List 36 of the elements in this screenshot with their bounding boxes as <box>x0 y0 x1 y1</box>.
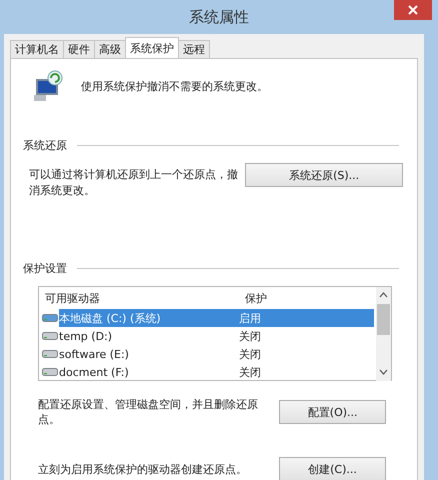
restore-description: 可以通过将计算机还原到上一个还原点，撤消系统更改。 <box>29 167 239 199</box>
column-header[interactable]: 保护 <box>243 290 376 306</box>
column-header[interactable]: 可用驱动器 <box>39 290 243 306</box>
tab[interactable]: 系统保护 <box>125 37 179 58</box>
scrollbar[interactable] <box>376 287 391 381</box>
tab[interactable]: 高级 <box>94 40 126 58</box>
protection-status: 关闭 <box>238 328 262 344</box>
drive-name: temp (D:) <box>59 330 114 342</box>
create-button[interactable]: 创建(C)... <box>279 457 386 480</box>
close-icon <box>408 5 418 15</box>
drive-row[interactable]: temp (D:) 关闭 <box>59 327 374 345</box>
window-title: 系统属性 <box>189 8 249 26</box>
drive-row[interactable]: 本地磁盘 (C:) (系统) 启用 <box>59 309 374 327</box>
tab[interactable]: 硬件 <box>63 40 95 58</box>
configure-description: 配置还原设置、管理磁盘空间，并且删除还原点。 <box>38 397 259 427</box>
drive-row[interactable]: software (E:) 关闭 <box>59 345 374 363</box>
configure-button[interactable]: 配置(O)... <box>279 400 386 424</box>
drive-name: 本地磁盘 (C:) (系统) <box>59 310 162 326</box>
drive-icon <box>42 349 58 359</box>
system-restore-button[interactable]: 系统还原(S)... <box>245 163 403 187</box>
tab[interactable]: 远程 <box>178 40 210 58</box>
protection-status: 关闭 <box>238 364 262 380</box>
drive-icon <box>42 367 58 377</box>
close-button[interactable] <box>394 0 432 20</box>
drive-icon <box>42 331 58 341</box>
tab[interactable]: 计算机名 <box>10 40 64 58</box>
protection-status: 启用 <box>238 310 262 326</box>
protection-status: 关闭 <box>238 346 262 362</box>
intro-text: 使用系统保护撤消不需要的系统更改。 <box>81 78 268 94</box>
drive-name: docment (F:) <box>59 366 130 378</box>
section-heading: 保护设置 <box>23 261 67 276</box>
section-heading: 系统还原 <box>23 138 67 153</box>
create-description: 立刻为启用系统保护的驱动器创建还原点。 <box>38 462 247 476</box>
drive-row[interactable]: docment (F:) 关闭 <box>59 363 374 381</box>
system-drive-icon <box>42 313 58 323</box>
drive-name: software (E:) <box>59 348 130 360</box>
